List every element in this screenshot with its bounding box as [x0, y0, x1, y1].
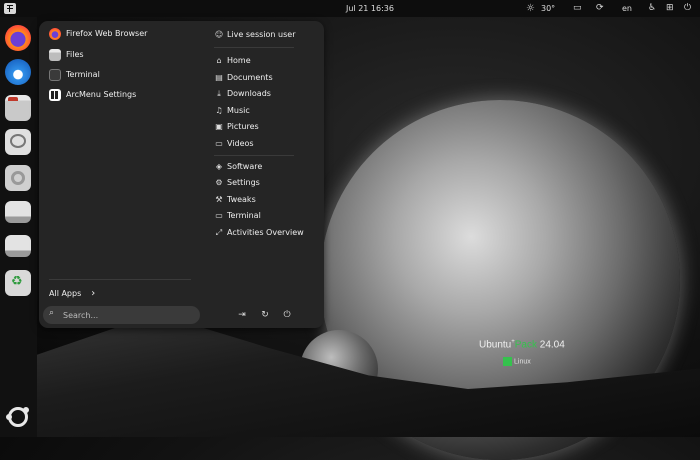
system-label: Tweaks: [227, 195, 256, 204]
activities-overview-icon: ⤢: [215, 228, 223, 237]
thunderbird-icon[interactable]: [5, 59, 31, 85]
dock: [0, 17, 37, 437]
menu-grid-icon[interactable]: [4, 3, 16, 14]
brand-main: Ubuntu: [479, 339, 512, 351]
arcmenu-icon: [49, 88, 61, 101]
accessibility-icon[interactable]: ♿: [648, 0, 656, 17]
system-label: Activities Overview: [227, 228, 304, 237]
files-icon: [49, 48, 61, 61]
system-label: Terminal: [227, 211, 261, 220]
tweaks-icon: ⚒: [215, 195, 223, 204]
user-icon: ☺: [214, 30, 224, 39]
update-icon[interactable]: ⟳: [596, 0, 604, 17]
app-item-terminal[interactable]: Terminal: [49, 67, 100, 83]
brand-version: 24.04: [537, 339, 565, 351]
videos-icon: ▭: [215, 139, 223, 148]
downloads-icon: ⤓: [217, 89, 221, 98]
pictures-icon: ▣: [215, 122, 223, 131]
power-off-icon[interactable]: ⏻: [281, 309, 293, 321]
brand-logo-icon: [503, 357, 512, 366]
system-item-software[interactable]: ◈ Software: [214, 160, 262, 174]
place-item-home[interactable]: ⌂ Home: [214, 54, 251, 68]
documents-icon: ▤: [215, 73, 223, 82]
user-label: Live session user: [227, 30, 296, 39]
place-label: Downloads: [227, 89, 271, 98]
music-icon: ♫: [215, 106, 223, 115]
app-label: Firefox Web Browser: [66, 29, 148, 38]
arc-menu: Firefox Web Browser Files Terminal ArcMe…: [39, 21, 324, 328]
chevron-right-icon: ›: [91, 288, 96, 299]
home-icon: ⌂: [216, 56, 222, 65]
system-label: Settings: [227, 178, 260, 187]
place-item-pictures[interactable]: ▣ Pictures: [214, 120, 259, 134]
place-item-videos[interactable]: ▭ Videos: [214, 137, 254, 151]
disc-icon[interactable]: [5, 165, 31, 191]
all-apps-label: All Apps: [49, 289, 82, 298]
drive-icon[interactable]: [5, 201, 31, 223]
system-item-settings[interactable]: ⚙ Settings: [214, 176, 260, 190]
place-item-music[interactable]: ♫ Music: [214, 104, 250, 118]
weather-sun-icon[interactable]: ☼: [526, 0, 535, 17]
screen-icon[interactable]: ▭: [573, 0, 582, 17]
app-item-firefox[interactable]: Firefox Web Browser: [49, 26, 147, 42]
app-label: Files: [66, 50, 84, 59]
place-item-downloads[interactable]: ⤓ Downloads: [214, 87, 271, 101]
place-item-documents[interactable]: ▤ Documents: [214, 71, 273, 85]
settings-icon: ⚙: [215, 178, 223, 187]
system-item-activities-overview[interactable]: ⤢ Activities Overview: [214, 226, 304, 240]
terminal-icon: [49, 68, 61, 81]
log-out-icon[interactable]: ⇥: [236, 309, 248, 321]
software-icon: ◈: [215, 162, 223, 171]
place-label: Home: [227, 56, 251, 65]
separator: [49, 279, 191, 280]
user-account-item[interactable]: ☺ Live session user: [214, 28, 296, 42]
search-input[interactable]: [63, 306, 193, 324]
place-label: Music: [227, 106, 250, 115]
firefox-icon: [49, 27, 61, 40]
language-indicator[interactable]: en: [622, 0, 632, 17]
restart-icon[interactable]: ↻: [259, 309, 271, 321]
app-item-files[interactable]: Files: [49, 47, 84, 63]
place-label: Videos: [227, 139, 254, 148]
separator: [214, 47, 294, 48]
system-label: Software: [227, 162, 263, 171]
firefox-icon[interactable]: [5, 25, 31, 51]
ubuntu-logo-icon[interactable]: [6, 407, 29, 427]
app-item-arcmenu-settings[interactable]: ArcMenu Settings: [49, 87, 136, 103]
files-icon[interactable]: [5, 95, 31, 121]
search-box[interactable]: ⌕: [43, 306, 200, 324]
terminal-icon: ▭: [215, 211, 223, 220]
place-label: Documents: [227, 73, 273, 82]
place-label: Pictures: [227, 122, 259, 131]
brand-sub-text: Linux: [514, 358, 531, 366]
brand-accent: Pack: [514, 339, 537, 351]
system-item-tweaks[interactable]: ⚒ Tweaks: [214, 193, 256, 207]
network-icon[interactable]: ⊞: [666, 0, 674, 17]
app-label: Terminal: [66, 70, 100, 79]
power-icon[interactable]: ⏻: [684, 0, 691, 17]
app-label: ArcMenu Settings: [66, 90, 137, 99]
clock[interactable]: Jul 21 16:36: [346, 0, 394, 17]
separator: [214, 155, 294, 156]
weather-temperature[interactable]: 30°: [541, 0, 555, 17]
top-bar: Jul 21 16:36 ☼ 30° ▭ ⟳ en ♿ ⊞ ⏻: [0, 0, 700, 17]
chat-icon[interactable]: [5, 129, 31, 155]
system-item-terminal[interactable]: ▭ Terminal: [214, 209, 261, 223]
wallpaper-brand: Ubuntu+Pack 24.04: [479, 339, 565, 351]
drive-icon[interactable]: [5, 235, 31, 257]
search-icon: ⌕: [49, 308, 55, 318]
trash-icon[interactable]: [5, 270, 31, 296]
all-apps-button[interactable]: All Apps ›: [49, 287, 95, 301]
wallpaper-brand-sub: Linux: [503, 357, 531, 366]
